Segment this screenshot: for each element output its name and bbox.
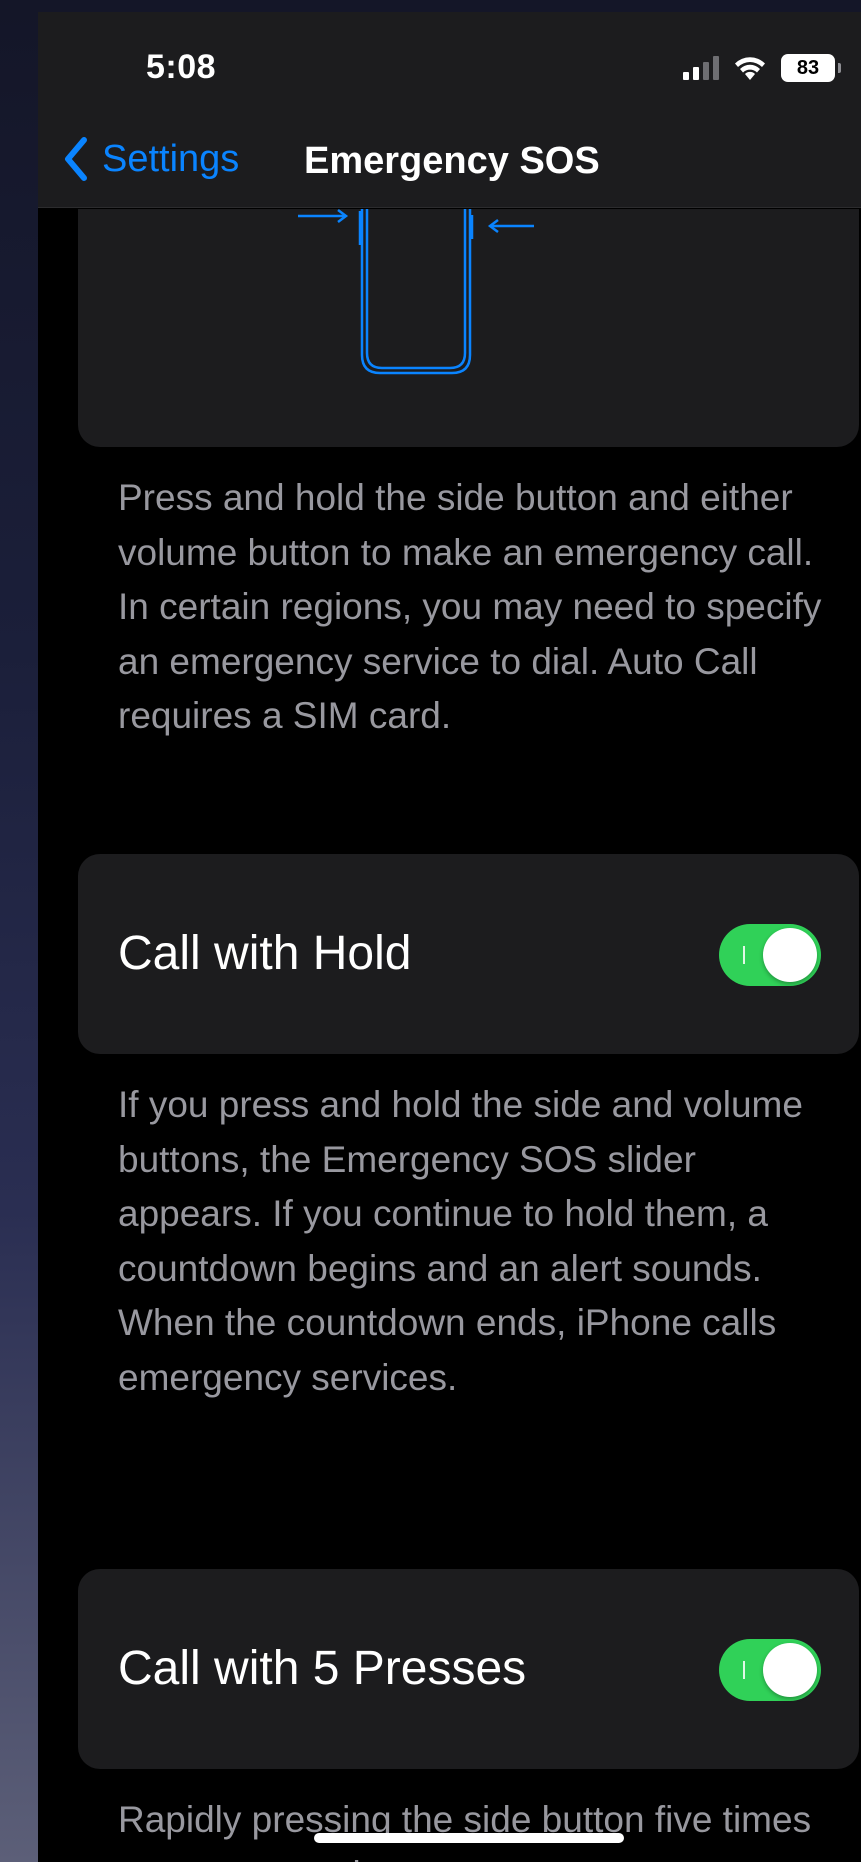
- back-button-label[interactable]: Settings: [102, 138, 239, 181]
- phone-buttons-illustration: [298, 209, 534, 375]
- call-with-5-presses-label: Call with 5 Presses: [118, 1642, 527, 1695]
- call-with-hold-row: Call with Hold: [78, 854, 859, 1054]
- toggle-on-indicator: [743, 1661, 745, 1679]
- toggle-on-indicator: [743, 946, 745, 964]
- call-with-hold-description: If you press and hold the side and volum…: [118, 1084, 803, 1398]
- call-with-5-presses-description: Rapidly pressing the side button five ti…: [118, 1799, 812, 1862]
- back-button[interactable]: Settings: [62, 136, 239, 182]
- side-button-diagram-card: [78, 209, 859, 447]
- emergency-call-description: Press and hold the side button and eithe…: [118, 477, 822, 736]
- chevron-left-icon: [65, 137, 87, 181]
- call-with-5-presses-toggle[interactable]: [719, 1639, 821, 1701]
- home-indicator[interactable]: [314, 1833, 624, 1843]
- wifi-icon: [735, 57, 765, 80]
- battery-icon: 83: [781, 54, 841, 82]
- status-bar: 5:08 83: [38, 12, 861, 106]
- phone-screen: 5:08 83 Settings Emergency SOS Press and…: [38, 12, 861, 1862]
- navigation-bar: Settings Emergency SOS: [38, 106, 861, 208]
- toggle-knob: [763, 1643, 817, 1697]
- call-with-hold-label: Call with Hold: [118, 927, 412, 980]
- page-title: Emergency SOS: [304, 140, 600, 182]
- toggle-knob: [763, 928, 817, 982]
- call-with-hold-toggle[interactable]: [719, 924, 821, 986]
- status-time: 5:08: [146, 48, 217, 86]
- status-icons: 83: [683, 50, 841, 86]
- call-with-5-presses-row: Call with 5 Presses: [78, 1569, 859, 1769]
- cellular-signal-icon: [683, 56, 719, 80]
